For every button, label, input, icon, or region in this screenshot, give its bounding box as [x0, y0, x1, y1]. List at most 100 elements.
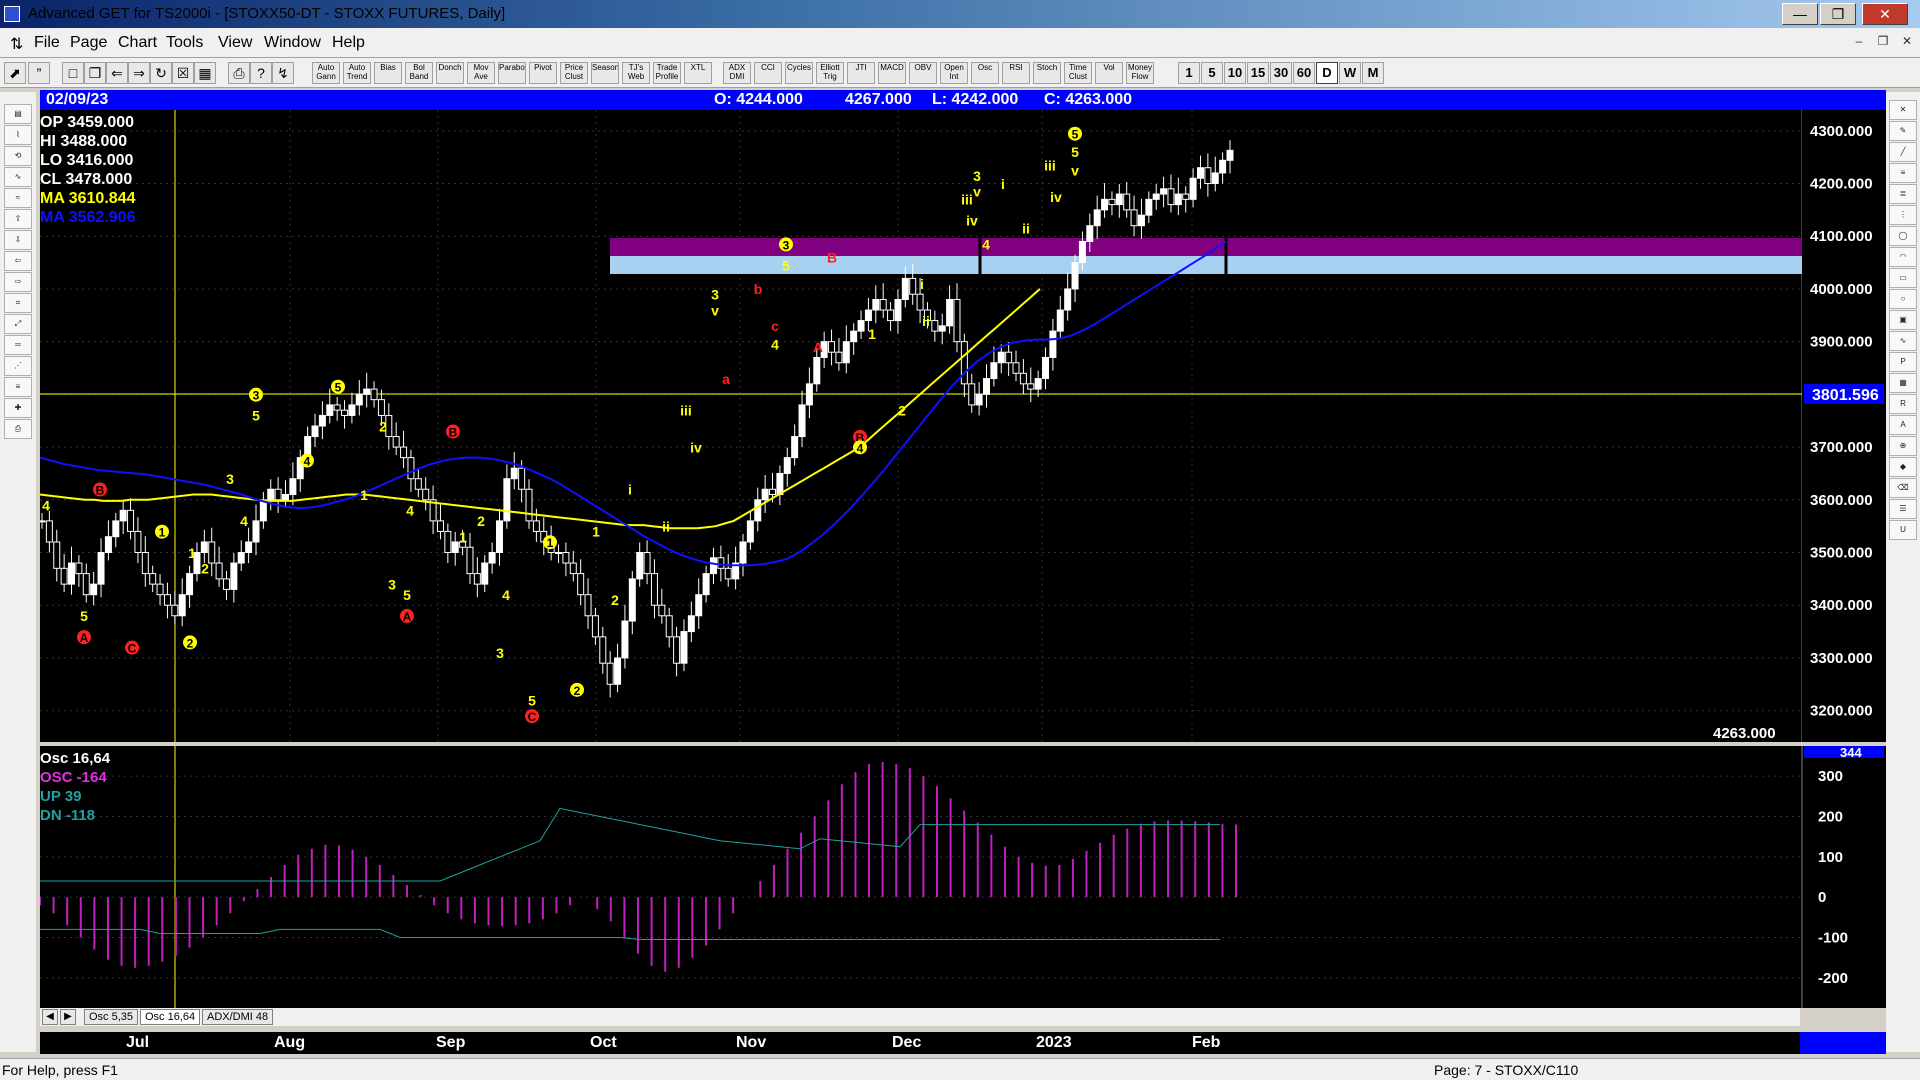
menu-window[interactable]: Window — [264, 34, 321, 52]
draw-arc-icon[interactable]: ◠ — [1889, 247, 1917, 267]
oscillator-chart[interactable]: 300 200 100 0 -100 -200 344 Osc 16,64 OSC -16… — [40, 746, 1886, 1008]
study-xtl-button[interactable]: XTL — [684, 62, 712, 84]
forward-icon[interactable]: ⇒ — [128, 62, 150, 84]
grid-icon[interactable]: ▦ — [194, 62, 216, 84]
tab-prev-button[interactable]: ◀ — [42, 1009, 58, 1025]
study-money-flow-button[interactable]: Money Flow — [1126, 62, 1154, 84]
tab-next-button[interactable]: ▶ — [60, 1009, 76, 1025]
tool-gann-icon[interactable]: ⌇ — [4, 125, 32, 145]
tool-left-icon[interactable]: ⇦ — [4, 251, 32, 271]
study-obv-button[interactable]: OBV — [909, 62, 937, 84]
tool-open-icon[interactable]: ▤ — [4, 104, 32, 124]
draw-box-icon[interactable]: ▣ — [1889, 310, 1917, 330]
study-cci-button[interactable]: CCI — [754, 62, 782, 84]
draw-text-icon[interactable]: A — [1889, 415, 1917, 435]
study-elliott-trig-button[interactable]: Elliott Trig — [816, 62, 844, 84]
tab-adx-dmi[interactable]: ADX/DMI 48 — [202, 1009, 274, 1025]
tool-up-icon[interactable]: ⇧ — [4, 209, 32, 229]
tool-reset-icon[interactable]: ⟲ — [4, 146, 32, 166]
period-10-button[interactable]: 10 — [1224, 62, 1246, 84]
tool-zoom-icon[interactable]: ⤢ — [4, 314, 32, 334]
tool-lines-icon[interactable]: ═ — [4, 335, 32, 355]
study-mov-ave-button[interactable]: Mov Ave — [467, 62, 495, 84]
draw-zoom-icon[interactable]: ⊕ — [1889, 436, 1917, 456]
study-tj-s-web-button[interactable]: TJ's Web — [622, 62, 650, 84]
draw-fib-ext-icon[interactable]: ≣ — [1889, 184, 1917, 204]
study-parabolic-button[interactable]: Parabolic — [498, 62, 526, 84]
mdi-minimize-button[interactable]: – — [1848, 34, 1870, 52]
menu-tools[interactable]: Tools — [166, 34, 203, 52]
delete-icon[interactable]: ☒ — [172, 62, 194, 84]
whatsthis-icon[interactable]: ↯ — [272, 62, 294, 84]
draw-rect-icon[interactable]: ▭ — [1889, 268, 1917, 288]
quote-icon[interactable]: ” — [28, 62, 50, 84]
menu-page[interactable]: Page — [70, 34, 107, 52]
help-icon[interactable]: ? — [250, 62, 272, 84]
draw-line-icon[interactable]: ╱ — [1889, 142, 1917, 162]
period-30-button[interactable]: 30 — [1270, 62, 1292, 84]
study-open-int-button[interactable]: Open Int — [940, 62, 968, 84]
study-price-clust-button[interactable]: Price Clust — [560, 62, 588, 84]
price-chart[interactable]: 45ABC112234354512435AB12435C1212iiiiiiiv… — [40, 110, 1886, 742]
study-pivot-button[interactable]: Pivot — [529, 62, 557, 84]
draw-magnet-icon[interactable]: U — [1889, 520, 1917, 540]
draw-fib-time-icon[interactable]: ⋮ — [1889, 205, 1917, 225]
tool-gann-fan-icon[interactable]: ⋰ — [4, 356, 32, 376]
draw-cross-icon[interactable]: ✕ — [1889, 100, 1917, 120]
study-rsi-button[interactable]: RSI — [1002, 62, 1030, 84]
period-m-button[interactable]: M — [1362, 62, 1384, 84]
mdi-close-button[interactable]: ✕ — [1896, 34, 1918, 52]
draw-ellipse-icon[interactable]: ◯ — [1889, 226, 1917, 246]
study-bol-band-button[interactable]: Bol Band — [405, 62, 433, 84]
pointer-icon[interactable]: ⬈ — [4, 62, 26, 84]
draw-list-icon[interactable]: ☰ — [1889, 499, 1917, 519]
new-icon[interactable]: □ — [62, 62, 84, 84]
tool-study-icon[interactable]: ∿ — [4, 167, 32, 187]
tool-down-icon[interactable]: ⇩ — [4, 230, 32, 250]
menu-chart[interactable]: Chart — [118, 34, 157, 52]
close-button[interactable]: ✕ — [1862, 3, 1908, 25]
copy-icon[interactable]: ❐ — [84, 62, 106, 84]
period-1-button[interactable]: 1 — [1178, 62, 1200, 84]
study-adx-dmi-button[interactable]: ADX DMI — [723, 62, 751, 84]
back-icon[interactable]: ⇐ — [106, 62, 128, 84]
draw-pen-icon[interactable]: ✎ — [1889, 121, 1917, 141]
doc-icon[interactable]: ⇅ — [10, 34, 23, 54]
period-5-button[interactable]: 5 — [1201, 62, 1223, 84]
period-w-button[interactable]: W — [1339, 62, 1361, 84]
tab-osc-5-35[interactable]: Osc 5,35 — [84, 1009, 139, 1025]
study-cycles-button[interactable]: Cycles — [785, 62, 813, 84]
study-stoch-button[interactable]: Stoch — [1033, 62, 1061, 84]
period-15-button[interactable]: 15 — [1247, 62, 1269, 84]
study-auto-gann-button[interactable]: Auto Gann — [312, 62, 340, 84]
study-vol-button[interactable]: Vol — [1095, 62, 1123, 84]
tool-right-icon[interactable]: ⇨ — [4, 272, 32, 292]
menu-view[interactable]: View — [218, 34, 252, 52]
study-donch-button[interactable]: Donch — [436, 62, 464, 84]
draw-fib-ret-icon[interactable]: ≡ — [1889, 163, 1917, 183]
tool-fib-lines-icon[interactable]: ≡ — [4, 377, 32, 397]
tab-osc-16-64[interactable]: Osc 16,64 — [140, 1009, 201, 1025]
menu-file[interactable]: File — [34, 34, 60, 52]
study-bias-button[interactable]: Bias — [374, 62, 402, 84]
tool-crosshair-icon[interactable]: ✚ — [4, 398, 32, 418]
study-trade-profile-button[interactable]: Trade Profile — [653, 62, 681, 84]
minimize-button[interactable]: — — [1782, 3, 1818, 25]
draw-marker-icon[interactable]: ◆ — [1889, 457, 1917, 477]
period-d-button[interactable]: D — [1316, 62, 1338, 84]
study-seasonal-button[interactable]: Seasonal — [591, 62, 619, 84]
period-60-button[interactable]: 60 — [1293, 62, 1315, 84]
mdi-restore-button[interactable]: ❐ — [1872, 34, 1894, 52]
study-macd-button[interactable]: MACD — [878, 62, 906, 84]
draw-grid-icon[interactable]: ▦ — [1889, 373, 1917, 393]
study-auto-trend-button[interactable]: Auto Trend — [343, 62, 371, 84]
study-jti-button[interactable]: JTI — [847, 62, 875, 84]
draw-erase-icon[interactable]: ⌫ — [1889, 478, 1917, 498]
study-osc-button[interactable]: Osc — [971, 62, 999, 84]
draw-pti-icon[interactable]: P — [1889, 352, 1917, 372]
maximize-button[interactable]: ❐ — [1820, 3, 1856, 25]
draw-wave-icon[interactable]: ∿ — [1889, 331, 1917, 351]
refresh-icon[interactable]: ↻ — [150, 62, 172, 84]
print-icon[interactable]: ⎙ — [228, 62, 250, 84]
draw-circle-icon[interactable]: ○ — [1889, 289, 1917, 309]
